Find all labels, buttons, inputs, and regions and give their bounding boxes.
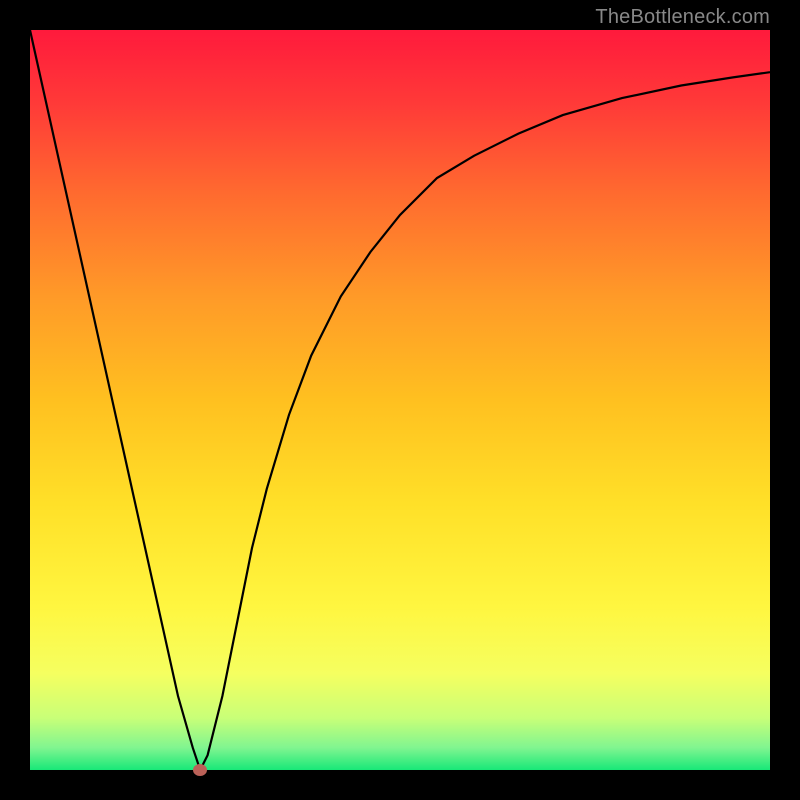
- optimum-marker: [193, 764, 207, 776]
- watermark-text: TheBottleneck.com: [595, 6, 770, 29]
- chart-background: [30, 30, 770, 770]
- chart-plot-area: [30, 30, 770, 770]
